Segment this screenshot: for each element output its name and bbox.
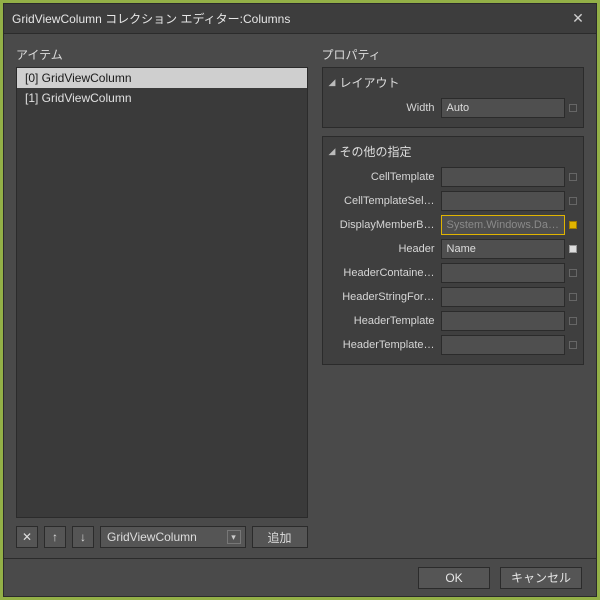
prop-headertemplateselector: HeaderTemplate… — [329, 334, 577, 356]
dialog-body: アイテム [0] GridViewColumn [1] GridViewColu… — [4, 34, 596, 558]
prop-label: HeaderContaine… — [329, 267, 441, 279]
marker-icon[interactable] — [569, 245, 577, 253]
type-combo-value: GridViewColumn — [107, 530, 223, 544]
marker-icon[interactable] — [569, 173, 577, 181]
prop-value-input[interactable] — [441, 287, 565, 307]
list-item[interactable]: [1] GridViewColumn — [17, 88, 307, 108]
dialog-footer: OK キャンセル — [4, 558, 596, 596]
dialog: GridViewColumn コレクション エディター:Columns ✕ アイ… — [3, 3, 597, 597]
expander-icon: ◢ — [329, 146, 336, 157]
category-title: その他の指定 — [339, 143, 411, 160]
category-header[interactable]: ◢ その他の指定 — [329, 141, 577, 164]
category-header[interactable]: ◢ レイアウト — [329, 72, 577, 95]
prop-label: CellTemplate — [329, 171, 441, 183]
prop-label: HeaderTemplate — [329, 315, 441, 327]
add-button[interactable]: 追加 — [252, 526, 308, 548]
marker-icon[interactable] — [569, 269, 577, 277]
prop-headercontainerstyle: HeaderContaine… — [329, 262, 577, 284]
properties-panel: プロパティ ◢ レイアウト Width Auto ◢ その他の指定 — [322, 46, 584, 548]
chevron-down-icon: ▾ — [227, 530, 241, 544]
items-label: アイテム — [16, 46, 308, 63]
move-up-button[interactable]: ↑ — [44, 526, 66, 548]
list-item[interactable]: [0] GridViewColumn — [17, 68, 307, 88]
marker-icon[interactable] — [569, 104, 577, 112]
prop-value-input[interactable] — [441, 263, 565, 283]
marker-icon[interactable] — [569, 341, 577, 349]
category-other: ◢ その他の指定 CellTemplate CellTemplateSel… D… — [322, 136, 584, 365]
close-icon[interactable]: ✕ — [568, 10, 588, 27]
titlebar: GridViewColumn コレクション エディター:Columns ✕ — [4, 4, 596, 34]
marker-icon[interactable] — [569, 293, 577, 301]
type-combo[interactable]: GridViewColumn ▾ — [100, 526, 246, 548]
items-toolbar: ✕ ↑ ↓ GridViewColumn ▾ 追加 — [16, 526, 308, 548]
category-title: レイアウト — [339, 74, 399, 91]
prop-width: Width Auto — [329, 97, 577, 119]
prop-label: Header — [329, 243, 441, 255]
category-layout: ◢ レイアウト Width Auto — [322, 67, 584, 128]
prop-label: DisplayMemberB… — [329, 219, 441, 231]
remove-button[interactable]: ✕ — [16, 526, 38, 548]
prop-value-input[interactable] — [441, 311, 565, 331]
move-down-button[interactable]: ↓ — [72, 526, 94, 548]
prop-label: HeaderStringFor… — [329, 291, 441, 303]
prop-displaymemberbinding: DisplayMemberB… System.Windows.Da… — [329, 214, 577, 236]
prop-value-input[interactable]: Auto — [441, 98, 565, 118]
marker-icon[interactable] — [569, 317, 577, 325]
cancel-button[interactable]: キャンセル — [500, 567, 582, 589]
prop-header: Header Name — [329, 238, 577, 260]
prop-celltemplateselector: CellTemplateSel… — [329, 190, 577, 212]
prop-headerstringformat: HeaderStringFor… — [329, 286, 577, 308]
items-panel: アイテム [0] GridViewColumn [1] GridViewColu… — [16, 46, 308, 548]
items-listbox[interactable]: [0] GridViewColumn [1] GridViewColumn — [16, 67, 308, 518]
properties-label: プロパティ — [322, 46, 584, 63]
ok-button[interactable]: OK — [418, 567, 490, 589]
prop-value-input[interactable]: Name — [441, 239, 565, 259]
prop-value-input[interactable] — [441, 167, 565, 187]
prop-value-input[interactable] — [441, 191, 565, 211]
prop-celltemplate: CellTemplate — [329, 166, 577, 188]
marker-icon[interactable] — [569, 197, 577, 205]
prop-label: CellTemplateSel… — [329, 195, 441, 207]
expander-icon: ◢ — [329, 77, 336, 88]
prop-label: HeaderTemplate… — [329, 339, 441, 351]
prop-headertemplate: HeaderTemplate — [329, 310, 577, 332]
dialog-title: GridViewColumn コレクション エディター:Columns — [12, 10, 568, 27]
prop-value-input[interactable]: System.Windows.Da… — [441, 215, 565, 235]
prop-label: Width — [329, 102, 441, 114]
prop-value-input[interactable] — [441, 335, 565, 355]
marker-icon[interactable] — [569, 221, 577, 229]
